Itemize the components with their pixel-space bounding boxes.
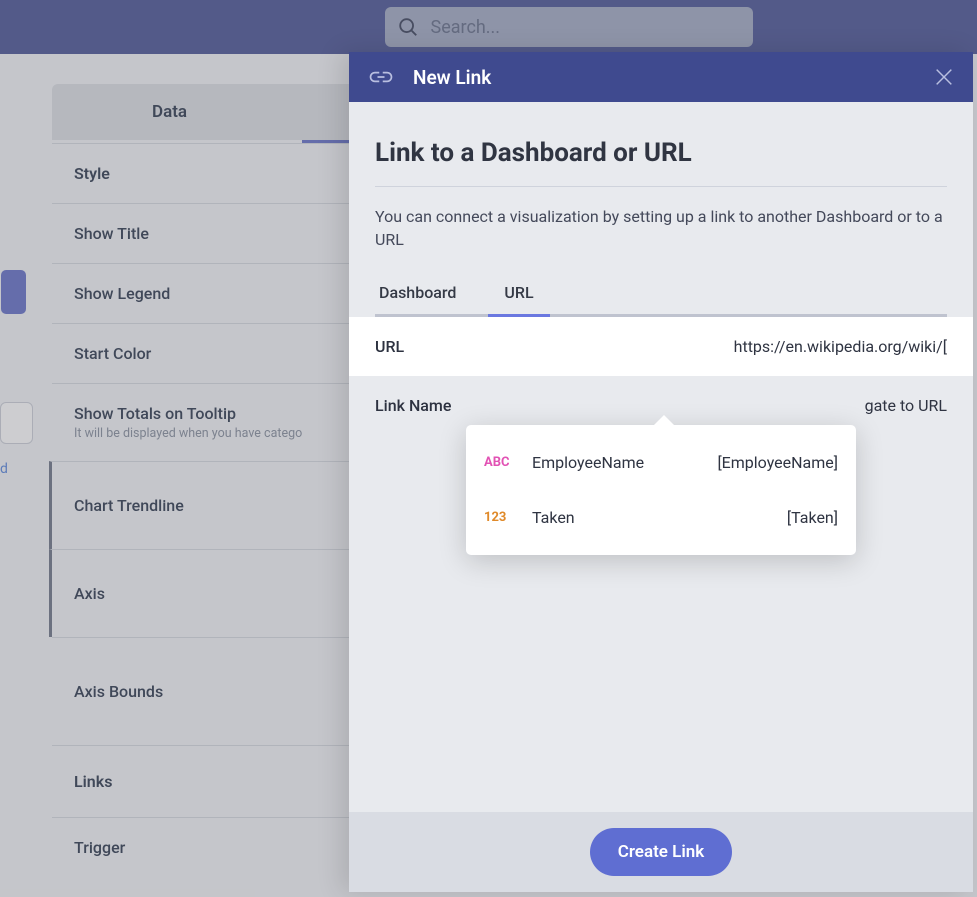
dropdown-item-name: Taken	[532, 508, 575, 527]
link-type-tabs: Dashboard URL	[375, 273, 947, 317]
dropdown-item-token: [Taken]	[787, 508, 838, 527]
modal-description: You can connect a visualization by setti…	[375, 205, 947, 251]
type-badge-text: ABC	[484, 455, 516, 470]
url-label: URL	[375, 337, 404, 356]
link-name-input[interactable]	[827, 396, 947, 415]
dropdown-item-token: [EmployeeName]	[717, 453, 838, 472]
tab-dashboard[interactable]: Dashboard	[375, 273, 460, 314]
link-icon	[367, 69, 395, 85]
dropdown-item-name: EmployeeName	[532, 453, 644, 472]
dropdown-item-employeename[interactable]: ABC EmployeeName [EmployeeName]	[466, 435, 856, 490]
url-row: URL	[349, 317, 973, 376]
modal-heading: Link to a Dashboard or URL	[375, 138, 947, 168]
modal-header: New Link	[349, 52, 973, 102]
modal-title: New Link	[413, 66, 491, 89]
modal-footer: Create Link	[349, 812, 973, 892]
divider	[375, 186, 947, 187]
close-icon[interactable]	[933, 66, 955, 88]
dropdown-item-taken[interactable]: 123 Taken [Taken]	[466, 490, 856, 545]
create-link-button[interactable]: Create Link	[590, 828, 733, 876]
link-name-label: Link Name	[375, 396, 451, 415]
field-suggestions-dropdown: ABC EmployeeName [EmployeeName] 123 Take…	[466, 425, 856, 555]
type-badge-number: 123	[484, 510, 516, 525]
tab-url[interactable]: URL	[500, 273, 537, 314]
url-input[interactable]	[657, 337, 947, 356]
